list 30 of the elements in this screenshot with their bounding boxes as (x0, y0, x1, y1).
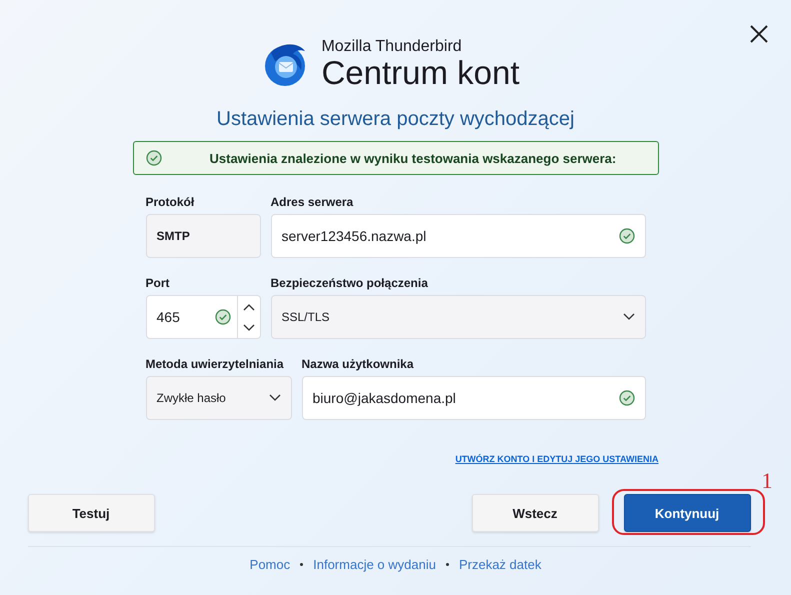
brand-name: Mozilla Thunderbird (321, 38, 463, 56)
security-dropdown[interactable]: SSL/TLS (270, 295, 646, 339)
test-button[interactable]: Testuj (28, 494, 154, 532)
advanced-config-link[interactable]: UTWÓRZ KONTO I EDYTUJ JEGO USTAWIENIA (455, 454, 658, 464)
section-heading: Ustawienia serwera poczty wychodzącej (216, 107, 574, 132)
footer-link[interactable]: Informacje o wydaniu (313, 557, 436, 572)
field-label: Nazwa użytkownika (302, 357, 415, 371)
page-title: Centrum kont (321, 56, 520, 90)
notice-text: Ustawienia znalezione w wyniku testowania wskazanego serwera: (210, 150, 616, 166)
field-label: Protokół (146, 195, 196, 209)
footer-link[interactable]: Przekaż datek (458, 557, 542, 572)
check-icon (618, 228, 634, 244)
server-input-field[interactable]: server123456.nazwa.pl (270, 214, 646, 258)
chevron-down-icon (268, 394, 280, 402)
back-button[interactable]: Wstecz (472, 494, 598, 532)
bullet-icon (446, 563, 449, 566)
check-icon (618, 390, 634, 406)
check-icon (146, 150, 162, 166)
username-input-field[interactable]: biuro@jakasdomena.pl (302, 376, 646, 420)
protocol-field: SMTP (146, 214, 260, 258)
auth-method-dropdown[interactable]: Zwykłe hasło (146, 376, 292, 420)
field-label: Metoda uwierzytelniania (146, 357, 285, 371)
bullet-icon (300, 563, 304, 566)
annotation-number: 1 (762, 468, 772, 494)
chevron-down-icon (622, 313, 634, 321)
footer-link[interactable]: Pomoc (250, 557, 290, 572)
field-label: Bezpieczeństwo połączenia (270, 276, 429, 290)
continue-button[interactable]: Kontynuuj (624, 494, 750, 532)
field-label: Port (146, 276, 170, 290)
field-label: Adres serwera (270, 195, 354, 209)
